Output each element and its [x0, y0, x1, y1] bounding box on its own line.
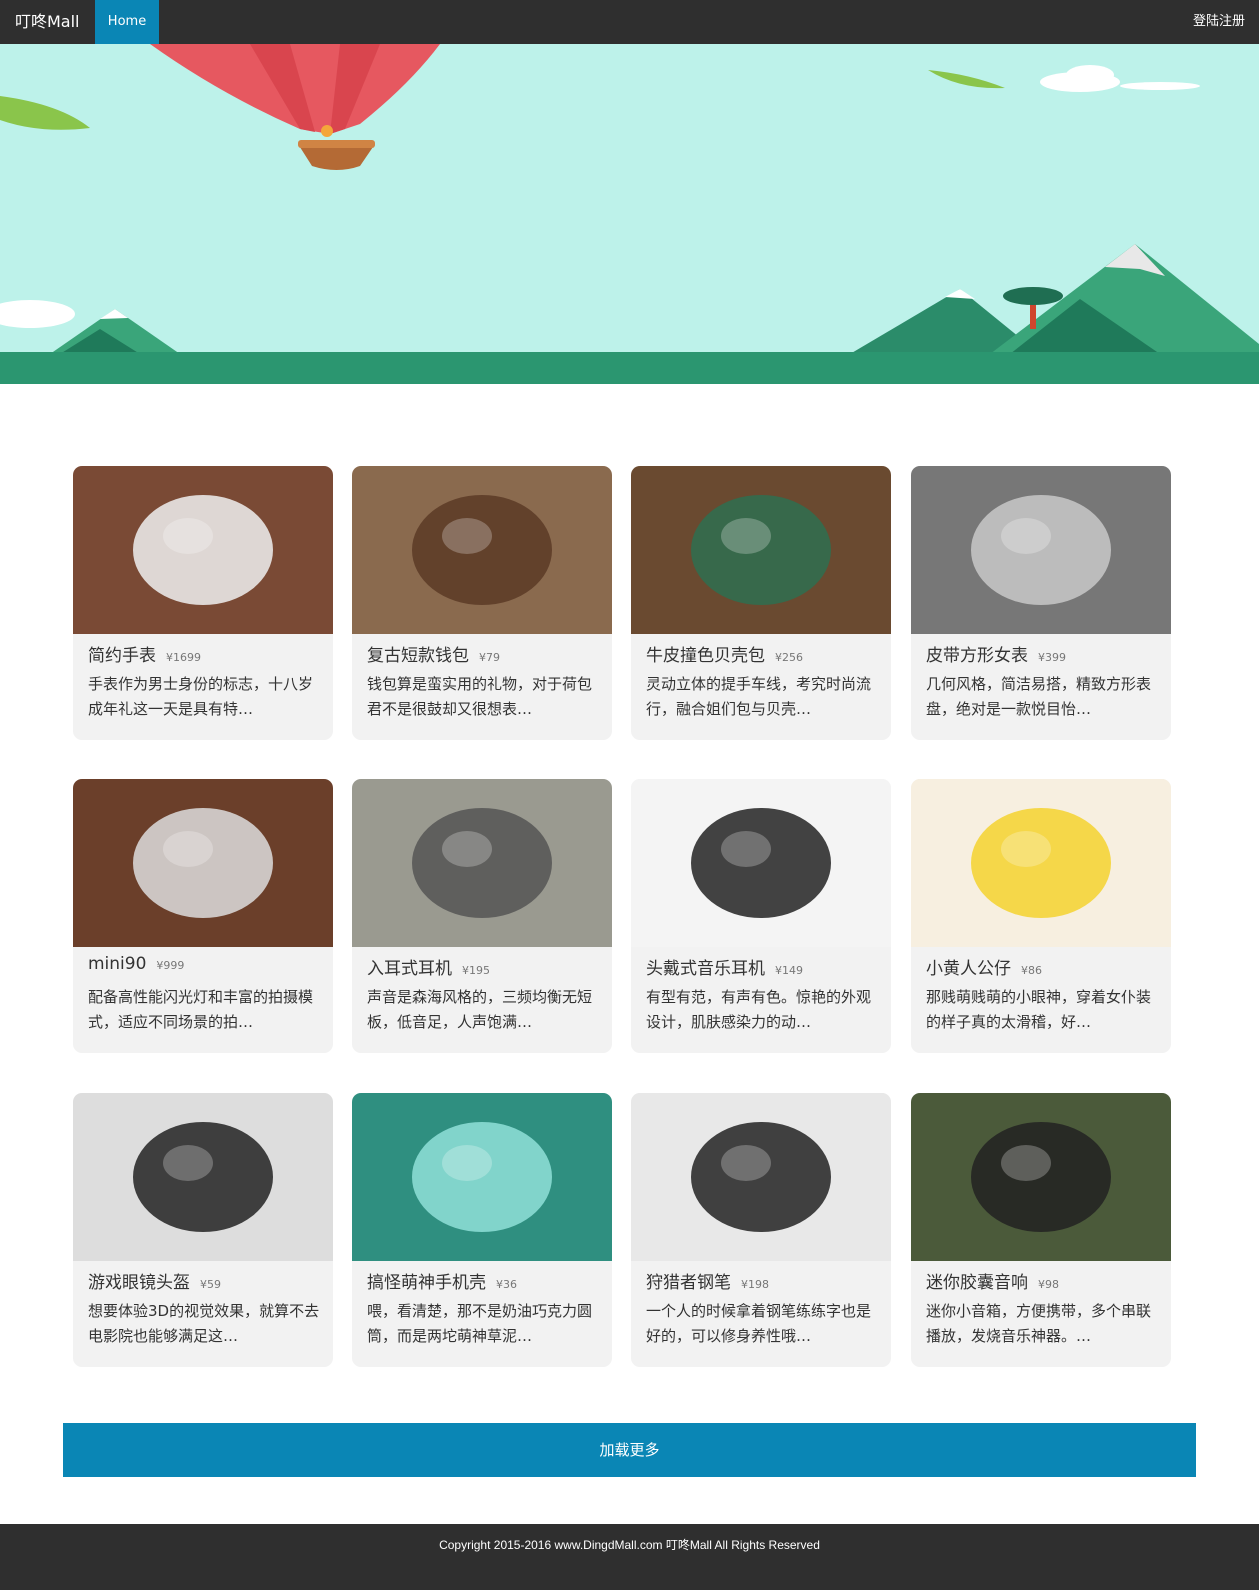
product-description: 配备高性能闪光灯和丰富的拍摄模式，适应不同场景的拍… [88, 988, 314, 1031]
product-title[interactable]: 狩猎者钢笔 ¥198 [646, 1268, 769, 1293]
product-price: ¥198 [741, 1278, 769, 1291]
fountain-pen-image[interactable] [631, 1093, 891, 1261]
product-name[interactable]: 复古短款钱包 [367, 646, 469, 666]
product-description: 想要体验3D的视觉效果，就算不去电影院也能够满足这… [88, 1302, 320, 1345]
product-title[interactable]: 小黄人公仔 ¥86 [926, 954, 1042, 979]
product-description: 手表作为男士身份的标志，十八岁成年礼这一天是具有特… [88, 675, 314, 718]
product-price: ¥149 [775, 964, 803, 977]
product-card[interactable]: 复古短款钱包 ¥79 钱包算是蛮实用的礼物，对于荷包君不是很鼓却又很想表… [352, 466, 612, 740]
product-name[interactable]: 搞怪萌神手机壳 [367, 1273, 486, 1293]
capsule-speaker-image[interactable] [911, 1093, 1171, 1261]
product-card[interactable]: 皮带方形女表 ¥399 几何风格，简洁易搭，精致方形表盘，绝对是一款悦目怡… [911, 466, 1171, 740]
product-title[interactable]: mini90 ¥999 [88, 954, 184, 974]
product-card[interactable]: 迷你胶囊音响 ¥98 迷你小音箱，方便携带，多个串联播放，发烧音乐神器。… [911, 1093, 1171, 1367]
phone-case-image[interactable] [352, 1093, 612, 1261]
product-price: ¥59 [200, 1278, 221, 1291]
product-name[interactable]: 狩猎者钢笔 [646, 1273, 731, 1293]
earphones-image[interactable] [352, 779, 612, 947]
load-more-button[interactable]: 加载更多 [63, 1423, 1196, 1477]
headphones-image[interactable] [631, 779, 891, 947]
product-card[interactable]: 搞怪萌神手机壳 ¥36 喂，看清楚，那不是奶油巧克力圆筒，而是两坨萌神草泥… [352, 1093, 612, 1367]
landscape-illustration [0, 44, 1259, 384]
product-description: 钱包算是蛮实用的礼物，对于荷包君不是很鼓却又很想表… [367, 675, 593, 718]
product-title[interactable]: 复古短款钱包 ¥79 [367, 641, 500, 666]
product-title[interactable]: 简约手表 ¥1699 [88, 641, 201, 666]
product-card[interactable]: 入耳式耳机 ¥195 声音是森海风格的，三频均衡无短板，低音足，人声饱满… [352, 779, 612, 1053]
vr-headset-image[interactable] [73, 1093, 333, 1261]
hero-banner [0, 44, 1259, 384]
product-name[interactable]: 小黄人公仔 [926, 959, 1011, 979]
product-price: ¥98 [1038, 1278, 1059, 1291]
product-price: ¥36 [496, 1278, 517, 1291]
product-name[interactable]: 游戏眼镜头盔 [88, 1273, 190, 1293]
product-description: 声音是森海风格的，三频均衡无短板，低音足，人声饱满… [367, 988, 593, 1031]
login-register-link[interactable]: 登陆注册 [1193, 0, 1245, 44]
nav-home-link[interactable]: Home [95, 0, 159, 44]
product-card[interactable]: mini90 ¥999 配备高性能闪光灯和丰富的拍摄模式，适应不同场景的拍… [73, 779, 333, 1053]
product-name[interactable]: 头戴式音乐耳机 [646, 959, 765, 979]
product-name[interactable]: 皮带方形女表 [926, 646, 1028, 666]
product-price: ¥79 [479, 651, 500, 664]
product-card[interactable]: 牛皮撞色贝壳包 ¥256 灵动立体的提手车线，考究时尚流行，融合姐们包与贝壳… [631, 466, 891, 740]
product-card[interactable]: 游戏眼镜头盔 ¥59 想要体验3D的视觉效果，就算不去电影院也能够满足这… [73, 1093, 333, 1367]
product-price: ¥1699 [166, 651, 201, 664]
product-description: 喂，看清楚，那不是奶油巧克力圆筒，而是两坨萌神草泥… [367, 1302, 593, 1345]
product-title[interactable]: 搞怪萌神手机壳 ¥36 [367, 1268, 517, 1293]
product-description: 灵动立体的提手车线，考究时尚流行，融合姐们包与贝壳… [646, 675, 872, 718]
product-card[interactable]: 简约手表 ¥1699 手表作为男士身份的标志，十八岁成年礼这一天是具有特… [73, 466, 333, 740]
product-description: 那贱萌贱萌的小眼神，穿着女仆装的样子真的太滑稽，好… [926, 988, 1152, 1031]
product-title[interactable]: 牛皮撞色贝壳包 ¥256 [646, 641, 803, 666]
product-description: 一个人的时候拿着钢笔练练字也是好的，可以修身养性哦… [646, 1302, 872, 1345]
product-description: 有型有范，有声有色。惊艳的外观设计，肌肤感染力的动… [646, 988, 872, 1031]
product-name[interactable]: 迷你胶囊音响 [926, 1273, 1028, 1293]
footer: Copyright 2015-2016 www.DingdMall.com 叮咚… [0, 1524, 1259, 1590]
watch-image[interactable] [73, 466, 333, 634]
product-price: ¥399 [1038, 651, 1066, 664]
product-description: 几何风格，简洁易搭，精致方形表盘，绝对是一款悦目怡… [926, 675, 1152, 718]
product-name[interactable]: mini90 [88, 954, 146, 974]
product-price: ¥86 [1021, 964, 1042, 977]
product-description: 迷你小音箱，方便携带，多个串联播放，发烧音乐神器。… [926, 1302, 1152, 1345]
product-name[interactable]: 牛皮撞色贝壳包 [646, 646, 765, 666]
bag-image[interactable] [631, 466, 891, 634]
product-name[interactable]: 入耳式耳机 [367, 959, 452, 979]
product-title[interactable]: 皮带方形女表 ¥399 [926, 641, 1066, 666]
product-price: ¥999 [156, 959, 185, 972]
product-card[interactable]: 小黄人公仔 ¥86 那贱萌贱萌的小眼神，穿着女仆装的样子真的太滑稽，好… [911, 779, 1171, 1053]
footer-copyright: Copyright 2015-2016 www.DingdMall.com 叮咚… [439, 1538, 820, 1552]
minion-toy-image[interactable] [911, 779, 1171, 947]
brand-logo[interactable]: 叮咚Mall [15, 0, 80, 44]
top-navbar: 叮咚Mall Home 登陆注册 [0, 0, 1259, 44]
product-title[interactable]: 游戏眼镜头盔 ¥59 [88, 1268, 221, 1293]
product-card[interactable]: 头戴式音乐耳机 ¥149 有型有范，有声有色。惊艳的外观设计，肌肤感染力的动… [631, 779, 891, 1053]
product-title[interactable]: 入耳式耳机 ¥195 [367, 954, 490, 979]
product-name[interactable]: 简约手表 [88, 646, 156, 666]
product-title[interactable]: 头戴式音乐耳机 ¥149 [646, 954, 803, 979]
product-price: ¥256 [775, 651, 803, 664]
ladies-watch-image[interactable] [911, 466, 1171, 634]
product-price: ¥195 [462, 964, 490, 977]
camera-image[interactable] [73, 779, 333, 947]
wallet-image[interactable] [352, 466, 612, 634]
product-card[interactable]: 狩猎者钢笔 ¥198 一个人的时候拿着钢笔练练字也是好的，可以修身养性哦… [631, 1093, 891, 1367]
product-title[interactable]: 迷你胶囊音响 ¥98 [926, 1268, 1059, 1293]
